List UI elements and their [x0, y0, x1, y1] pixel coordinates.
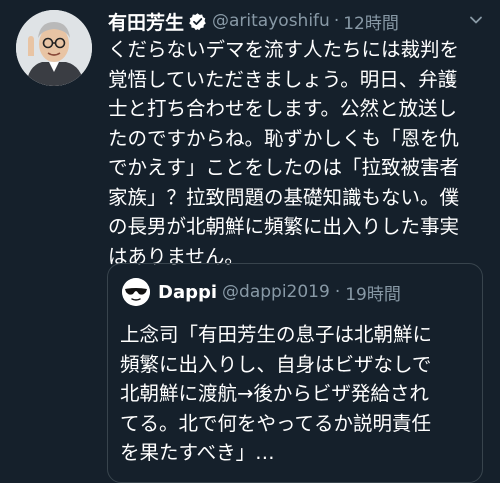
quoted-tweet-header: Dappi @dappi2019 · 19時間 [158, 280, 401, 305]
avatar[interactable] [16, 10, 92, 86]
tweet[interactable]: 有田芳生 @aritayoshifu · 12時間 くだらないデマを流す人たちに… [0, 0, 500, 483]
tweet-text: くだらないデマを流す人たちには裁判を 覚悟していただきましょう。明日、弁護 士と… [108, 35, 493, 271]
tweet-text-line: 覚悟していただきましょう。明日、弁護 [108, 67, 458, 91]
quoted-avatar[interactable] [122, 278, 150, 306]
sunglasses-face-icon [122, 278, 150, 306]
quoted-display-name: Dappi [158, 281, 218, 303]
quoted-text-line: を果たすべき」… [120, 441, 275, 464]
quoted-tweet-card[interactable]: Dappi @dappi2019 · 19時間 上念司「有田芳生の息子は北朝鮮に… [107, 263, 483, 483]
display-name[interactable]: 有田芳生 [108, 8, 184, 35]
tweet-text-line: でかえす」ことをしたのは「拉致被害者 [108, 156, 460, 179]
chevron-down-icon[interactable] [466, 10, 486, 30]
tweet-text-line: 士と打ち合わせをします。公然と放送し [108, 97, 458, 120]
user-handle[interactable]: @aritayoshifu [212, 11, 330, 31]
quoted-text-line: 上念司「有田芳生の息子は北朝鮮に [120, 323, 433, 346]
quoted-timestamp: 19時間 [345, 284, 401, 305]
avatar-portrait-icon [16, 10, 92, 86]
tweet-text-line: くだらないデマを流す人たちには裁判を [108, 38, 460, 61]
quoted-text-line: てる。北で何をやってるか説明責任 [120, 411, 432, 435]
quoted-user-handle: @dappi2019 [222, 282, 330, 302]
separator-dot: · [333, 11, 340, 31]
quoted-text-line: 頻繁に出入りし、自身はビザなしで [120, 352, 432, 376]
tweet-text-line: たのですからね。恥ずかしくも「恩を仇 [108, 126, 460, 150]
tweet-text-line: の長男が北朝鮮に頻繁に出入りした事実 [108, 215, 460, 238]
verified-badge-icon [188, 12, 207, 31]
quoted-text-line: 北朝鮮に渡航→後からビザ発給され [120, 382, 429, 405]
separator-dot: · [334, 282, 341, 302]
timestamp[interactable]: 12時間 [343, 9, 399, 34]
tweet-text-line: 家族」？拉致問題の基礎知識もない。僕 [108, 185, 460, 209]
quoted-tweet-text: 上念司「有田芳生の息子は北朝鮮に 頻繁に出入りし、自身はビザなしで 北朝鮮に渡航… [120, 320, 475, 468]
tweet-header: 有田芳生 @aritayoshifu · 12時間 [108, 8, 488, 34]
